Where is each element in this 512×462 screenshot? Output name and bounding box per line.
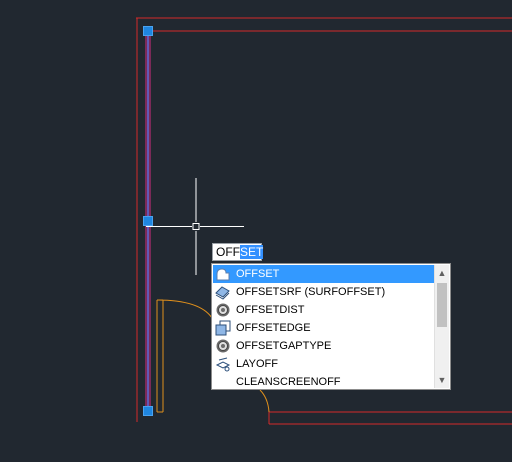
autocomplete-item-offsetsrf[interactable]: OFFSETSRF (SURFOFFSET)	[213, 283, 434, 301]
layer-off-icon	[215, 356, 231, 372]
autocomplete-item-offsetedge[interactable]: OFFSETEDGE	[213, 319, 434, 337]
offset-icon	[215, 266, 231, 282]
offset-edge-icon	[215, 320, 231, 336]
autocomplete-item-offsetgaptype[interactable]: OFFSETGAPTYPE	[213, 337, 434, 355]
autocomplete-suffix: SET	[240, 245, 264, 259]
autocomplete-item-label: CLEANSCREENOFF	[236, 376, 341, 388]
autocomplete-item-label: OFFSET	[236, 268, 280, 280]
autocomplete-scrollbar[interactable]: ▲ ▼	[434, 265, 449, 388]
autocomplete-item-layoff[interactable]: LAYOFF	[213, 355, 434, 373]
grip-bottom[interactable]	[143, 406, 153, 416]
autocomplete-item-label: OFFSETDIST	[236, 304, 305, 316]
grip-middle[interactable]	[143, 216, 153, 226]
autocomplete-item-cleanscreenoff[interactable]: CLEANSCREENOFF	[213, 373, 434, 391]
autocomplete-item-label: OFFSETEDGE	[236, 322, 311, 334]
dynamic-input-field[interactable]: OFFSET	[212, 243, 264, 261]
typed-text: OFF	[216, 245, 240, 259]
autocomplete-list[interactable]: OFFSET OFFSETSRF (SURFOFFSET) OFFSETDIST…	[211, 263, 451, 390]
drawing-canvas[interactable]	[0, 0, 512, 462]
gear-icon	[215, 338, 231, 354]
autocomplete-item-label: OFFSETGAPTYPE	[236, 340, 332, 352]
autocomplete-item-offsetdist[interactable]: OFFSETDIST	[213, 301, 434, 319]
autocomplete-item-label: OFFSETSRF (SURFOFFSET)	[236, 286, 386, 298]
scroll-thumb[interactable]	[437, 283, 447, 327]
autocomplete-item-offset[interactable]: OFFSET	[213, 265, 434, 283]
scroll-down-arrow-icon[interactable]: ▼	[435, 372, 449, 388]
gear-icon	[215, 302, 231, 318]
autocomplete-item-label: LAYOFF	[236, 358, 278, 370]
surface-offset-icon	[215, 284, 231, 300]
grip-top[interactable]	[143, 26, 153, 36]
blank-icon	[215, 374, 231, 390]
scroll-up-arrow-icon[interactable]: ▲	[435, 265, 449, 281]
